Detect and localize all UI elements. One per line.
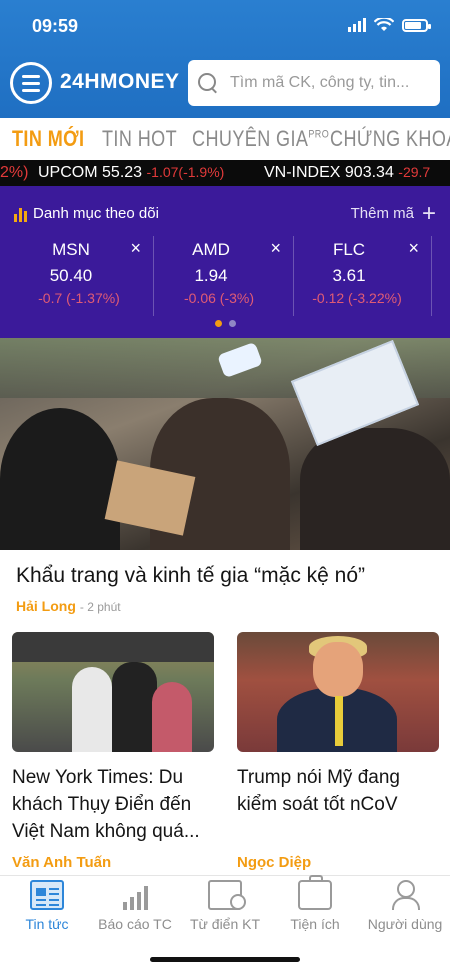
status-bar: 09:59	[0, 12, 450, 42]
watchlist-stock-msn[interactable]: MSN × 50.40 -0.7 (-1.37%)	[16, 236, 154, 316]
search-icon	[196, 71, 220, 95]
nav-nguoi-dung[interactable]: Người dùng	[360, 880, 450, 932]
ticker-name: UPCOM	[38, 164, 98, 181]
status-time: 09:59	[32, 16, 79, 36]
page-indicator	[0, 320, 450, 327]
bar-chart-icon	[14, 206, 27, 222]
stock-change: -0.12 (-3.22%)	[312, 290, 402, 306]
stock-price: 50.40	[49, 266, 93, 285]
add-symbol-label: Thêm mã	[350, 205, 414, 222]
nav-label: Báo cáo TC	[98, 916, 172, 932]
bar-chart-icon	[118, 880, 152, 910]
watchlist-title: Danh mục theo dõi	[14, 205, 159, 222]
tab-chung-khoan[interactable]: CHỨNG KHOÁN	[330, 126, 450, 152]
ticker-change: -29.7	[398, 164, 431, 180]
remove-stock-icon[interactable]: ×	[408, 238, 419, 259]
pro-badge: PRO	[308, 128, 330, 141]
watchlist-title-text: Danh mục theo dõi	[33, 205, 159, 222]
ticker-lead-change: 2%)	[0, 164, 29, 181]
ticker-item-upcom: UPCOM 55.23 -1.07(-1.9%)	[38, 164, 224, 182]
news-card-author[interactable]: Ngọc Diệp	[237, 854, 439, 871]
category-tabs: TIN MỚI TIN HOT CHUYÊN GIAPRO CHỨNG KHOÁ…	[0, 118, 450, 160]
plus-icon: +	[421, 200, 436, 227]
page-dot[interactable]	[228, 320, 236, 327]
nav-label: Người dùng	[367, 916, 443, 932]
nav-label: Tin tức	[25, 916, 69, 932]
app-logo: 24HMONEY	[60, 70, 180, 93]
nav-tien-ich[interactable]: Tiện ích	[270, 875, 360, 932]
news-card[interactable]: New York Times: Du khách Thụy Điển đến V…	[12, 632, 214, 871]
stock-price: 3.61	[332, 266, 366, 285]
nav-tin-tuc[interactable]: Tin tức	[2, 880, 92, 932]
stock-symbol: AMD	[192, 240, 230, 259]
watchlist-stock-amd[interactable]: AMD × 1.94 -0.06 (-3%)	[156, 236, 294, 316]
tab-tin-moi[interactable]: TIN MỚI	[12, 126, 84, 152]
signal-icon	[348, 18, 366, 32]
app-bar: 24HMONEY	[0, 60, 450, 110]
ticker-value: 55.23	[102, 164, 143, 181]
news-card-title[interactable]: New York Times: Du khách Thụy Điển đến V…	[12, 764, 214, 846]
stock-change: -0.7 (-1.37%)	[38, 290, 120, 306]
ticker-change: -1.07(-1.9%)	[146, 164, 225, 180]
home-indicator[interactable]	[150, 957, 300, 962]
page-dot-active[interactable]	[214, 320, 222, 327]
news-card-title[interactable]: Trump nói Mỹ đang kiểm soát tốt nCoV	[237, 764, 439, 846]
featured-author[interactable]: Hải Long	[16, 598, 76, 614]
wifi-icon	[374, 18, 394, 31]
nav-tu-dien-kt[interactable]: Từ điển KT	[180, 880, 270, 932]
news-card-image[interactable]	[12, 632, 214, 752]
search-input[interactable]	[230, 74, 430, 92]
newspaper-icon	[30, 880, 64, 910]
market-ticker[interactable]: 2%) UPCOM 55.23 -1.07(-1.9%) VN-INDEX 90…	[0, 160, 450, 186]
news-card-image[interactable]	[237, 632, 439, 752]
briefcase-icon	[298, 875, 332, 910]
user-icon	[388, 880, 422, 910]
status-icons	[348, 18, 431, 32]
menu-button[interactable]	[10, 62, 52, 104]
ticker-name: VN-INDEX	[264, 164, 341, 181]
ticker-value: 903.34	[344, 164, 394, 181]
add-symbol-button[interactable]: Thêm mã +	[350, 200, 436, 227]
watchlist-stocks: MSN × 50.40 -0.7 (-1.37%) AMD × 1.94 -0.…	[16, 236, 450, 316]
tab-chuyen-gia[interactable]: CHUYÊN GIAPRO	[192, 126, 329, 152]
nav-bao-cao-tc[interactable]: Báo cáo TC	[90, 880, 180, 932]
battery-icon	[402, 18, 431, 32]
remove-stock-icon[interactable]: ×	[270, 238, 281, 259]
stock-symbol: FLC	[332, 240, 366, 259]
nav-label: Tiện ích	[290, 916, 340, 932]
stock-change: -0.06 (-3%)	[183, 290, 255, 306]
watchlist-panel: Danh mục theo dõi Thêm mã + MSN × 50.40 …	[0, 186, 450, 338]
stock-symbol: MSN	[52, 240, 90, 259]
watchlist-stock-flc[interactable]: FLC × 3.61 -0.12 (-3.22%)	[294, 236, 432, 316]
nav-label: Từ điển KT	[189, 916, 261, 932]
featured-time-ago: - 2 phút	[79, 600, 121, 614]
dictionary-icon	[208, 880, 246, 910]
featured-headline[interactable]: Khẩu trang và kinh tế gia “mặc kệ nó”	[16, 564, 436, 588]
tab-tin-hot[interactable]: TIN HOT	[102, 126, 177, 152]
featured-image[interactable]	[0, 338, 450, 550]
news-card[interactable]: Trump nói Mỹ đang kiểm soát tốt nCoV Ngọ…	[237, 632, 439, 871]
top-header: 09:59 24HMONEY	[0, 0, 450, 118]
remove-stock-icon[interactable]: ×	[130, 238, 141, 259]
stock-price: 1.94	[194, 266, 228, 285]
tab-chuyen-gia-label: CHUYÊN GIA	[192, 126, 309, 151]
featured-meta: Hải Long - 2 phút	[16, 598, 121, 614]
news-card-author[interactable]: Văn Anh Tuấn	[12, 854, 214, 871]
search-box[interactable]	[188, 60, 440, 106]
ticker-item-vnindex: VN-INDEX 903.34 -29.7	[264, 164, 430, 182]
